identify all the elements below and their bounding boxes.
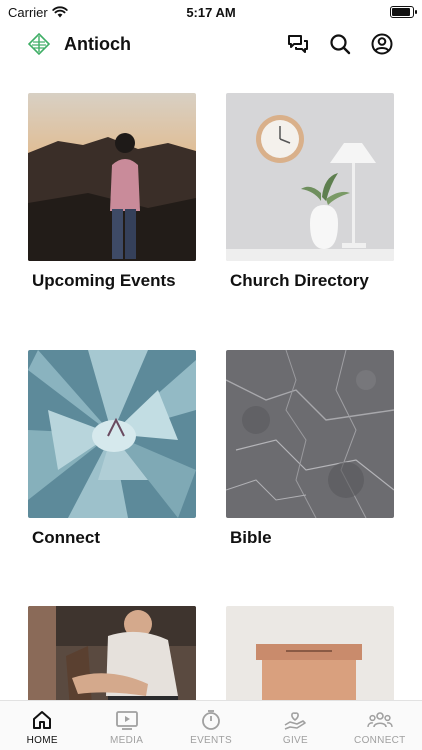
home-icon (33, 711, 52, 729)
tab-media[interactable]: MEDIA (84, 701, 168, 750)
group-icon (367, 712, 393, 728)
tab-connect[interactable]: CONNECT (338, 701, 422, 750)
tab-label: EVENTS (190, 735, 232, 746)
header-actions (286, 32, 394, 56)
tab-bar: HOME MEDIA EVENTS GIVE CONNECT (0, 700, 422, 750)
profile-button[interactable] (370, 32, 394, 56)
tile-upcoming-events[interactable]: Upcoming Events (28, 93, 196, 291)
search-button[interactable] (328, 32, 352, 56)
tab-home[interactable]: HOME (0, 701, 84, 750)
search-icon (330, 34, 351, 55)
tab-label: GIVE (282, 735, 308, 746)
connect-image (28, 350, 196, 518)
tile-connect[interactable]: Connect (28, 350, 196, 548)
tile-label: Church Directory (230, 271, 369, 290)
app-title: Antioch (64, 33, 131, 54)
tile-church-directory[interactable]: Church Directory (226, 93, 394, 291)
media-icon (115, 711, 138, 730)
tile-label: Bible (230, 528, 272, 547)
church-directory-image (226, 93, 394, 261)
tab-give[interactable]: GIVE (253, 701, 337, 750)
tile-label: Connect (32, 528, 100, 547)
app-header: Antioch (0, 28, 422, 60)
upcoming-events-image (28, 93, 196, 261)
bible-image (226, 350, 394, 518)
chat-bubbles-icon (288, 35, 308, 53)
tile-label: Upcoming Events (32, 271, 176, 290)
give-hand-icon (285, 712, 307, 730)
account-icon (371, 33, 393, 55)
stopwatch-icon (202, 710, 220, 730)
status-bar: Carrier 5:17 AM (0, 0, 422, 24)
antioch-logo-icon (28, 33, 50, 55)
tab-events[interactable]: EVENTS (169, 701, 253, 750)
carrier-label: Carrier (8, 4, 48, 20)
battery-icon (390, 6, 417, 18)
messages-button[interactable] (286, 32, 310, 56)
tab-label: MEDIA (110, 735, 144, 746)
tile-bible[interactable]: Bible (226, 350, 394, 548)
battery-level (392, 8, 410, 16)
tab-label: CONNECT (354, 735, 406, 746)
status-left: Carrier (8, 5, 68, 20)
wifi-icon (52, 6, 68, 18)
tab-label: HOME (26, 735, 58, 746)
